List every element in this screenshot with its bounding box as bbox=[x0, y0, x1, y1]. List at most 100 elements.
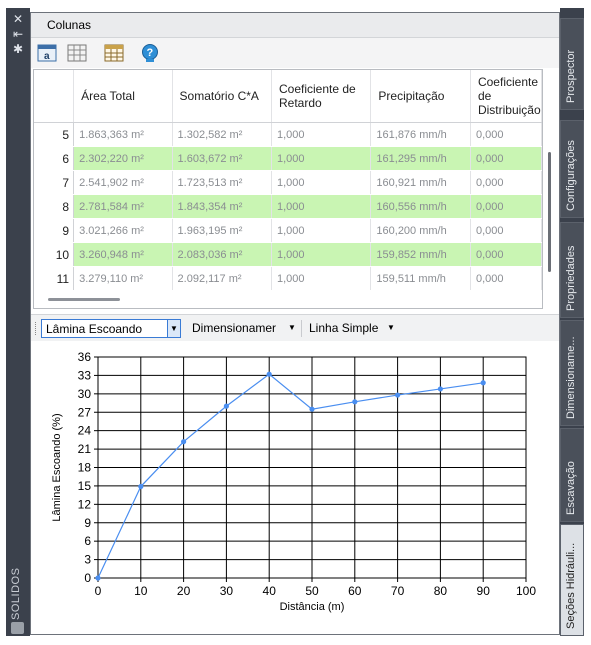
chart-toolbar: Lâmina Escoando ▼ Dimensionamer ▼ Linha … bbox=[31, 314, 559, 342]
results-table[interactable]: Área Total Somatório C*A Coeficiente de … bbox=[33, 69, 543, 309]
cell-area-total[interactable]: 2.302,220 m² bbox=[73, 146, 173, 171]
text-format-icon[interactable]: a bbox=[36, 42, 58, 64]
chevron-down-icon[interactable]: ▼ bbox=[286, 319, 298, 336]
tab-escavacao[interactable]: Escavação bbox=[560, 428, 584, 522]
y-tick-label: 0 bbox=[84, 571, 91, 585]
y-tick-label: 21 bbox=[78, 442, 92, 456]
column-header-index bbox=[34, 70, 75, 123]
tab-configuracoes[interactable]: Configurações bbox=[560, 120, 584, 218]
cell-area-total[interactable]: 3.021,266 m² bbox=[73, 218, 173, 243]
cell-coef-distribuicao[interactable]: 0,000 bbox=[470, 122, 542, 147]
horizontal-scrollbar[interactable] bbox=[48, 298, 120, 301]
cell-precipitacao[interactable]: 160,556 mm/h bbox=[370, 194, 471, 219]
y-tick-label: 24 bbox=[78, 424, 92, 438]
line-style-dropdown[interactable]: Linha Simple ▼ bbox=[305, 319, 397, 338]
cell-somatorio[interactable]: 1.723,513 m² bbox=[172, 170, 273, 195]
x-axis-label: Distância (m) bbox=[280, 601, 345, 613]
tab-label: Dimensioname... bbox=[565, 336, 577, 419]
svg-text:a: a bbox=[44, 51, 50, 62]
column-header-somatorio[interactable]: Somatório C*A bbox=[172, 70, 273, 123]
data-point bbox=[480, 380, 486, 386]
chart-area: 0 10 20 30 40 50 60 70 80 90 100 0 3 6 9 12 15 18 21 24 27 30… bbox=[31, 341, 559, 633]
column-header-coef-distribuicao[interactable]: Coeficiente de Distribuição bbox=[470, 70, 542, 123]
close-icon[interactable]: ✕ bbox=[6, 12, 30, 26]
cell-somatorio[interactable]: 1.843,354 m² bbox=[172, 194, 273, 219]
cell-coef-retardo[interactable]: 1,000 bbox=[271, 218, 372, 243]
cell-somatorio[interactable]: 1.302,582 m² bbox=[172, 122, 273, 147]
row-number[interactable]: 5 bbox=[34, 122, 75, 147]
cell-precipitacao[interactable]: 159,852 mm/h bbox=[370, 242, 471, 267]
cell-somatorio[interactable]: 1.603,672 m² bbox=[172, 146, 273, 171]
row-number[interactable]: 7 bbox=[34, 170, 75, 195]
cell-coef-retardo[interactable]: 1,000 bbox=[271, 122, 372, 147]
cell-somatorio[interactable]: 2.092,117 m² bbox=[172, 266, 273, 291]
data-point bbox=[95, 575, 101, 581]
column-header-precipitacao[interactable]: Precipitação bbox=[370, 70, 471, 123]
line-style-dropdown-value: Linha Simple bbox=[309, 321, 379, 335]
column-header-coef-retardo[interactable]: Coeficiente de Retardo bbox=[271, 70, 372, 123]
chevron-down-icon[interactable]: ▼ bbox=[385, 319, 397, 336]
cell-coef-retardo[interactable]: 1,000 bbox=[271, 170, 372, 195]
sizing-dropdown[interactable]: Dimensionamer ▼ bbox=[188, 319, 298, 338]
x-tick-label: 50 bbox=[305, 584, 319, 598]
cell-coef-distribuicao[interactable]: 0,000 bbox=[470, 218, 542, 243]
column-header-area-total[interactable]: Área Total bbox=[73, 70, 173, 123]
tab-dimensionamento[interactable]: Dimensioname... bbox=[560, 320, 584, 426]
table-icon[interactable] bbox=[103, 42, 125, 64]
tab-propriedades[interactable]: Propriedades bbox=[560, 222, 584, 318]
table-row[interactable]: 8 2.781,584 m² 1.843,354 m² 1,000 160,556 mm… bbox=[34, 194, 542, 219]
cell-precipitacao[interactable]: 161,295 mm/h bbox=[370, 146, 471, 171]
table-row[interactable]: 9 3.021,266 m² 1.963,195 m² 1,000 160,200 mm… bbox=[34, 218, 542, 243]
cell-area-total[interactable]: 2.781,584 m² bbox=[73, 194, 173, 219]
toolbar-grip bbox=[35, 322, 38, 335]
cell-coef-retardo[interactable]: 1,000 bbox=[271, 242, 372, 267]
data-point bbox=[223, 403, 229, 409]
chevron-down-icon[interactable]: ▼ bbox=[167, 320, 180, 337]
cell-coef-retardo[interactable]: 1,000 bbox=[271, 266, 372, 291]
table-row[interactable]: 6 2.302,220 m² 1.603,672 m² 1,000 161,295 mm… bbox=[34, 146, 542, 171]
cell-precipitacao[interactable]: 160,200 mm/h bbox=[370, 218, 471, 243]
cell-coef-retardo[interactable]: 1,000 bbox=[271, 146, 372, 171]
cell-somatorio[interactable]: 2.083,036 m² bbox=[172, 242, 273, 267]
row-number[interactable]: 6 bbox=[34, 146, 75, 171]
table-row[interactable]: 10 3.260,948 m² 2.083,036 m² 1,000 159,852 m… bbox=[34, 242, 542, 267]
table-row[interactable]: 5 1.863,363 m² 1.302,582 m² 1,000 161,876 mm… bbox=[34, 122, 542, 147]
row-number[interactable]: 11 bbox=[34, 266, 75, 291]
variable-dropdown-value: Lâmina Escoando bbox=[46, 322, 143, 336]
row-number[interactable]: 10 bbox=[34, 242, 75, 267]
data-point bbox=[309, 406, 315, 412]
cell-area-total[interactable]: 1.863,363 m² bbox=[73, 122, 173, 147]
cell-area-total[interactable]: 2.541,902 m² bbox=[73, 170, 173, 195]
cell-coef-distribuicao[interactable]: 0,000 bbox=[470, 170, 542, 195]
row-number[interactable]: 8 bbox=[34, 194, 75, 219]
tab-secoes-hidraulicas[interactable]: Seções Hidráuli... bbox=[560, 524, 584, 636]
cell-precipitacao[interactable]: 160,921 mm/h bbox=[370, 170, 471, 195]
y-tick-label: 27 bbox=[78, 405, 92, 419]
x-tick-label: 0 bbox=[95, 584, 102, 598]
help-icon[interactable]: ? bbox=[139, 42, 161, 64]
settings-icon[interactable]: ✱ bbox=[6, 42, 30, 56]
cell-coef-distribuicao[interactable]: 0,000 bbox=[470, 242, 542, 267]
cell-area-total[interactable]: 3.279,110 m² bbox=[73, 266, 173, 291]
table-row[interactable]: 7 2.541,902 m² 1.723,513 m² 1,000 160,921 mm… bbox=[34, 170, 542, 195]
cell-area-total[interactable]: 3.260,948 m² bbox=[73, 242, 173, 267]
tab-prospector[interactable]: Prospector bbox=[560, 18, 584, 110]
sizing-dropdown-value: Dimensionamer bbox=[192, 321, 277, 335]
cell-coef-distribuicao[interactable]: 0,000 bbox=[470, 266, 542, 291]
cell-coef-distribuicao[interactable]: 0,000 bbox=[470, 194, 542, 219]
palette-menu-icon[interactable] bbox=[11, 622, 24, 634]
table-row[interactable]: 11 3.279,110 m² 2.092,117 m² 1,000 159,511 m… bbox=[34, 266, 542, 291]
cell-precipitacao[interactable]: 159,511 mm/h bbox=[370, 266, 471, 291]
columns-grid-icon[interactable] bbox=[66, 42, 88, 64]
toolbar-separator bbox=[301, 320, 302, 337]
cell-somatorio[interactable]: 1.963,195 m² bbox=[172, 218, 273, 243]
x-tick-label: 60 bbox=[348, 584, 362, 598]
cell-coef-retardo[interactable]: 1,000 bbox=[271, 194, 372, 219]
vertical-scrollbar[interactable] bbox=[548, 152, 551, 272]
pin-icon[interactable]: ⇤ bbox=[6, 27, 30, 41]
data-point bbox=[352, 399, 358, 405]
row-number[interactable]: 9 bbox=[34, 218, 75, 243]
cell-coef-distribuicao[interactable]: 0,000 bbox=[470, 146, 542, 171]
cell-precipitacao[interactable]: 161,876 mm/h bbox=[370, 122, 471, 147]
variable-dropdown[interactable]: Lâmina Escoando ▼ bbox=[41, 319, 181, 338]
